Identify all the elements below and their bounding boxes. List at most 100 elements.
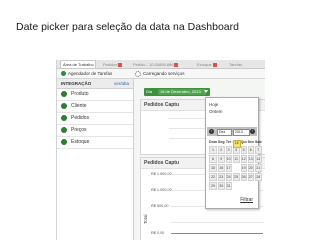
sidebar-item-label: Estoque: [71, 139, 90, 145]
agendador-label: Agendador de Tarefas: [68, 71, 113, 76]
year-select[interactable]: 2013: [233, 129, 250, 136]
tab-tarefas[interactable]: Tarefas: [229, 61, 263, 68]
sidebar-item-cliente[interactable]: Cliente: [57, 101, 133, 113]
sidebar-item-estoque[interactable]: Estoque: [57, 137, 133, 149]
month-select[interactable]: Dez: [217, 129, 232, 136]
tab-label: Tarefas: [229, 62, 243, 67]
calendar-day[interactable]: 19: [240, 164, 247, 172]
sidebar-item-label: Pedidos: [71, 115, 90, 121]
chevron-down-icon: [204, 90, 208, 93]
tab-bar: Área de Trabalho Pedidos Pedido - 10.008…: [57, 60, 265, 69]
calendar-day[interactable]: 3: [225, 146, 232, 154]
sidebar-header-label: INTEGRAÇÃO: [61, 81, 92, 86]
calendar-day[interactable]: 12: [240, 155, 247, 163]
sidebar-item-label: Cliente: [71, 103, 87, 109]
tab-label: Pedido - 10.00896.886: [133, 62, 174, 67]
calendar-day[interactable]: 7: [255, 146, 262, 154]
calendar-empty-cell: [241, 182, 247, 190]
calendar-empty-cell: [233, 182, 240, 190]
status-dot-icon: [61, 90, 67, 97]
slide-title: Date picker para seleção da data na Dash…: [16, 21, 239, 33]
calendar-header: ‹ Dez 2013 ›: [207, 127, 257, 136]
calendar-empty-cell: [255, 182, 262, 190]
calendar-day[interactable]: 11: [232, 155, 240, 163]
calendar-day[interactable]: 15: [209, 164, 217, 172]
carregando-label: Carregando serviços: [143, 71, 185, 76]
sidebar-item-produto[interactable]: Produto: [57, 89, 133, 101]
calendar-day[interactable]: 18: [232, 140, 241, 148]
calendar-day[interactable]: 2: [218, 146, 225, 154]
calendar-week-row: 8 9 10 11 12 13 14: [209, 155, 262, 163]
calendar-day[interactable]: 20: [247, 164, 254, 172]
calendar-day[interactable]: 29: [209, 182, 217, 190]
prev-month-icon[interactable]: ‹: [209, 129, 214, 134]
date-label: Dia: [146, 89, 153, 94]
close-icon[interactable]: [174, 62, 179, 67]
filter-button[interactable]: Filtrar: [240, 197, 253, 203]
calendar-day[interactable]: 25: [232, 173, 240, 181]
status-dot-icon: [61, 126, 67, 133]
option-ontem[interactable]: Ontem: [206, 108, 258, 115]
agendador-item[interactable]: Agendador de Tarefas: [61, 70, 112, 77]
gear-icon: [135, 70, 141, 77]
status-dot-icon: [61, 102, 67, 109]
calendar-day[interactable]: 31: [225, 182, 232, 190]
calendar-day[interactable]: 21: [255, 164, 262, 172]
weekday-label: Ter: [225, 140, 232, 144]
calendar-day[interactable]: 5: [240, 146, 247, 154]
sidebar-header: INTEGRAÇÃO ver/aba: [57, 79, 133, 89]
weekday-label: Sáb: [255, 140, 262, 144]
tab-area-de-trabalho[interactable]: Área de Trabalho: [60, 60, 96, 68]
status-dot-icon: [61, 71, 66, 77]
calendar-day[interactable]: 30: [218, 182, 225, 190]
weekday-label: Qui: [240, 140, 247, 144]
month-value: Dez: [219, 130, 226, 134]
tab-pedido-detalhe[interactable]: Pedido - 10.00896.886: [133, 61, 189, 68]
calendar-day[interactable]: 22: [209, 173, 217, 181]
y-tick-label: R$ 1.000,00: [151, 188, 172, 192]
sidebar-header-link[interactable]: ver/aba: [114, 79, 129, 88]
calendar-day[interactable]: 24: [225, 173, 232, 181]
tab-label: Estoque: [197, 62, 212, 67]
weekday-label: Sex: [247, 140, 254, 144]
weekday-label: Seg: [218, 140, 225, 144]
next-month-icon[interactable]: ›: [250, 129, 255, 134]
y-tick-label: R$ 500,00: [151, 204, 169, 208]
calendar-day[interactable]: 13: [247, 155, 254, 163]
close-icon[interactable]: [118, 62, 123, 67]
date-value[interactable]: 18 de Dezembro, 2013: [158, 89, 206, 95]
weekday-label: Dom: [209, 140, 217, 144]
calendar-week-row: 15 16 17 18 19 20 21: [209, 140, 262, 172]
tab-estoque[interactable]: Estoque: [197, 61, 223, 68]
sidebar: INTEGRAÇÃO ver/aba Produto Cliente Pedido…: [57, 79, 134, 240]
calendar-day[interactable]: 26: [240, 173, 247, 181]
close-icon[interactable]: [212, 62, 217, 67]
option-hoje[interactable]: Hoje: [206, 101, 258, 108]
y-tick-label: R$ 0,00: [151, 231, 165, 235]
calendar-day[interactable]: 10: [225, 155, 232, 163]
tab-pedidos[interactable]: Pedidos: [103, 61, 129, 68]
calendar-day[interactable]: 8: [209, 155, 217, 163]
calendar-week-row: 29 30 31: [209, 182, 262, 190]
calendar-grid: Dom Seg Ter Qua Qui Sex Sáb 123456789101…: [208, 138, 263, 191]
sidebar-item-label: Preços: [71, 127, 87, 133]
calendar-day[interactable]: 1: [209, 146, 217, 154]
sidebar-item-pedidos[interactable]: Pedidos: [57, 113, 133, 125]
status-toolbar: Agendador de Tarefas Carregando serviços: [57, 69, 265, 79]
calendar-day[interactable]: 6: [247, 146, 254, 154]
calendar-day[interactable]: 16: [218, 164, 225, 172]
sidebar-item-label: Produto: [71, 91, 89, 97]
date-picker-trigger[interactable]: Dia 18 de Dezembro, 2013: [144, 88, 210, 96]
calendar-week-row: 22 23 24 25 26 27 28: [209, 173, 262, 181]
calendar-day[interactable]: 28: [255, 173, 262, 181]
calendar-day[interactable]: 23: [218, 173, 225, 181]
calendar-day[interactable]: 9: [218, 155, 225, 163]
year-value: 2013: [235, 130, 243, 134]
y-axis-label: Total: [143, 214, 148, 224]
calendar-day[interactable]: 14: [255, 155, 262, 163]
sidebar-item-precos[interactable]: Preços: [57, 125, 133, 137]
calendar-day[interactable]: 17: [225, 164, 232, 172]
calendar-day[interactable]: 27: [247, 173, 254, 181]
status-dot-icon: [61, 114, 67, 121]
status-dot-icon: [61, 138, 67, 145]
